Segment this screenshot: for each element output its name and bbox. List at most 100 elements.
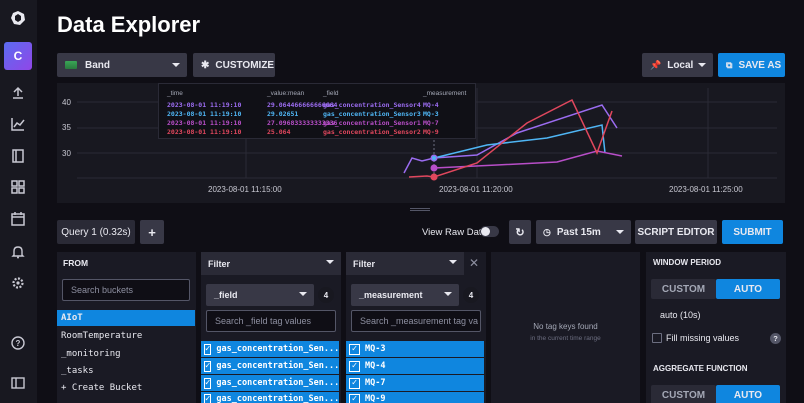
aggregate-custom-button[interactable]: CUSTOM: [651, 385, 716, 403]
x-tick: 2023-08-01 11:20:00: [439, 185, 513, 194]
script-editor-label: SCRIPT EDITOR: [637, 226, 715, 238]
query-tab[interactable]: Query 1 (0.32s): [57, 220, 135, 244]
y-tick: 35: [62, 123, 71, 132]
x-tick: 2023-08-01 11:15:00: [208, 185, 282, 194]
checkbox-checked-icon: ✓: [204, 394, 212, 403]
remove-filter-close-icon[interactable]: ✕: [467, 257, 481, 271]
selected-count-badge: 4: [318, 287, 334, 303]
measurement-key-dropdown[interactable]: _measurement: [351, 284, 459, 306]
search-measurement-values-input[interactable]: Search _measurement tag va: [351, 310, 481, 332]
graph-type-dropdown[interactable]: Band: [57, 53, 187, 77]
tooltip-cell-time: 2023-08-01 11:19:10: [167, 128, 242, 136]
search-buckets-input[interactable]: Search buckets: [62, 279, 190, 301]
bucket-item[interactable]: _monitoring: [61, 349, 121, 359]
field-key-label: _field: [214, 290, 238, 300]
bucket-item[interactable]: RoomTemperature: [61, 331, 142, 341]
window-period-panel: WINDOW PERIOD CUSTOM AUTO auto (10s) Fil…: [646, 252, 786, 403]
field-value-label: gas_concentration_Sen...: [216, 378, 340, 388]
chevron-down-icon: [449, 260, 457, 264]
filter-panel-measurement: Filter ✕ _measurement 4 Search _measurem…: [346, 252, 486, 403]
chevron-down-icon: [444, 292, 452, 296]
measurement-value-item[interactable]: ✓ MQ-3: [346, 341, 484, 357]
gear-icon: ✱: [201, 59, 210, 71]
window-period-heading: WINDOW PERIOD: [653, 258, 721, 267]
refresh-button[interactable]: ↻: [509, 220, 531, 244]
chevron-down-icon: [616, 230, 624, 234]
tooltip-cell-measurement: MQ-4: [423, 101, 439, 109]
graph-tooltip: _time _value:mean _field _measurement 20…: [158, 83, 476, 139]
customize-button[interactable]: ✱ CUSTOMIZE: [193, 53, 275, 77]
notebooks-icon[interactable]: [8, 146, 28, 166]
measurement-value-label: MQ-9: [365, 394, 386, 403]
settings-gear-icon[interactable]: [8, 273, 28, 293]
field-value-label: gas_concentration_Sen...: [216, 361, 340, 371]
save-as-button[interactable]: ⧉ SAVE AS: [718, 53, 785, 77]
x-tick: 2023-08-01 11:25:00: [669, 185, 743, 194]
pin-icon: 📌: [650, 59, 662, 70]
help-icon[interactable]: ?: [770, 333, 781, 344]
page-title: Data Explorer: [57, 12, 201, 37]
create-bucket-link[interactable]: + Create Bucket: [61, 383, 142, 393]
chevron-down-icon: [299, 292, 307, 296]
window-custom-button[interactable]: CUSTOM: [651, 279, 716, 299]
field-value-item[interactable]: ✓ gas_concentration_Sen...: [201, 375, 339, 391]
upload-icon[interactable]: [8, 83, 28, 103]
window-custom-label: CUSTOM: [661, 283, 706, 295]
aggregate-auto-button[interactable]: AUTO: [716, 385, 780, 403]
window-auto-label: AUTO: [733, 283, 763, 295]
measurement-value-label: MQ-3: [365, 344, 386, 354]
chevron-down-icon: [698, 63, 706, 67]
script-editor-button[interactable]: SCRIPT EDITOR: [635, 220, 717, 244]
submit-button[interactable]: SUBMIT: [722, 220, 783, 244]
resize-handle[interactable]: [410, 208, 430, 211]
tasks-calendar-icon[interactable]: [8, 209, 28, 229]
bucket-item[interactable]: AIoT: [61, 313, 83, 323]
time-range-dropdown[interactable]: ◷ Past 15m: [536, 220, 631, 244]
field-key-dropdown[interactable]: _field: [206, 284, 314, 306]
field-value-item[interactable]: ✓ gas_concentration_Sen...: [201, 392, 339, 403]
tooltip-cell-field: gas_concentration_Sensor3: [323, 110, 421, 118]
filter-label: Filter: [353, 259, 376, 269]
add-query-button[interactable]: +: [140, 220, 164, 244]
chevron-down-icon: [172, 63, 180, 67]
influx-logo-icon[interactable]: [8, 8, 28, 28]
window-auto-button[interactable]: AUTO: [716, 279, 780, 299]
measurement-value-item[interactable]: ✓ MQ-4: [346, 358, 484, 374]
checkbox-checked-icon: ✓: [349, 377, 360, 389]
bucket-item[interactable]: _tasks: [61, 366, 94, 376]
selected-count-badge: 4: [463, 287, 479, 303]
checkbox-checked-icon: ✓: [349, 360, 360, 372]
query-tab-label: Query 1 (0.32s): [61, 226, 131, 238]
data-explorer-icon[interactable]: [8, 114, 28, 134]
org-avatar[interactable]: C: [4, 42, 32, 70]
chevron-down-icon: [326, 260, 334, 264]
measurement-value-item[interactable]: ✓ MQ-7: [346, 375, 484, 391]
filter-function-dropdown[interactable]: Filter: [201, 252, 341, 275]
field-value-item[interactable]: ✓ gas_concentration_Sen...: [201, 341, 339, 357]
measurement-value-label: MQ-4: [365, 361, 386, 371]
refresh-icon: ↻: [515, 226, 525, 239]
tooltip-cell-value: 25.064: [267, 128, 291, 136]
tooltip-header: _field: [323, 90, 339, 97]
measurement-value-item[interactable]: ✓ MQ-9: [346, 392, 484, 403]
tooltip-cell-field: gas_concentration_Sensor4: [323, 101, 421, 109]
alerts-bell-icon[interactable]: [8, 242, 28, 262]
from-heading: FROM: [63, 258, 89, 268]
help-icon[interactable]: ?: [8, 333, 28, 353]
dashboards-icon[interactable]: [8, 177, 28, 197]
empty-title: No tag keys found: [533, 322, 598, 331]
field-value-item[interactable]: ✓ gas_concentration_Sen...: [201, 358, 339, 374]
fill-missing-label: Fill missing values: [666, 333, 740, 343]
view-raw-data-toggle[interactable]: [480, 226, 499, 237]
search-field-values-input[interactable]: Search _field tag values: [206, 310, 336, 332]
tooltip-header: _time: [167, 90, 183, 97]
checkbox-checked-icon: ✓: [349, 343, 360, 355]
field-value-label: gas_concentration_Sen...: [216, 344, 340, 354]
fill-missing-checkbox[interactable]: [652, 333, 662, 343]
tooltip-header: _measurement: [423, 90, 467, 97]
timezone-dropdown[interactable]: 📌 Local: [642, 53, 713, 77]
left-nav: C ?: [0, 0, 37, 403]
empty-subtitle: in the current time range: [530, 335, 601, 342]
collapse-nav-icon[interactable]: [8, 373, 28, 393]
filter-function-dropdown[interactable]: Filter: [346, 252, 464, 275]
